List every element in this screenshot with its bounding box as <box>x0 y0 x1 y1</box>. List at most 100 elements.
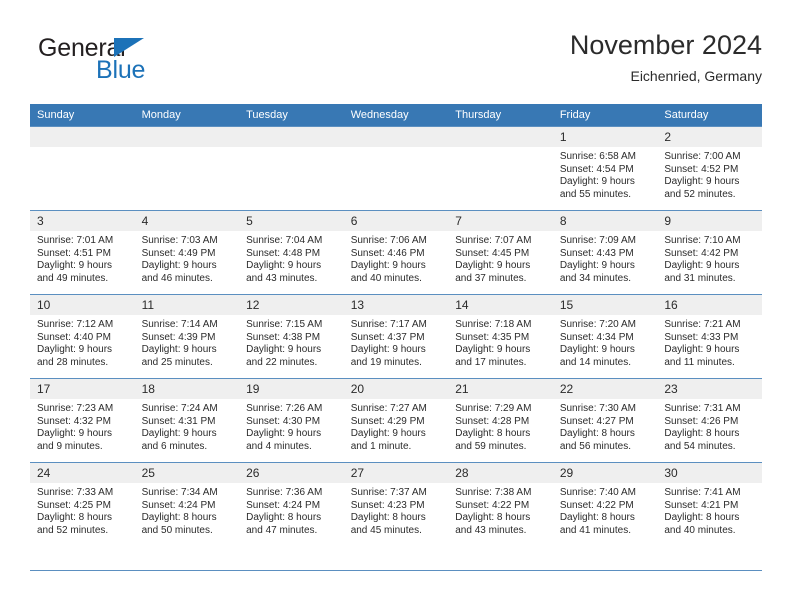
day-cell[interactable]: 4 Sunrise: 7:03 AM Sunset: 4:49 PM Dayli… <box>134 210 240 295</box>
sunset-text: Sunset: 4:32 PM <box>37 415 111 427</box>
day-cell[interactable]: 27 Sunrise: 7:37 AM Sunset: 4:23 PM Dayl… <box>343 462 449 546</box>
day-cell[interactable]: 12 Sunrise: 7:15 AM Sunset: 4:38 PM Dayl… <box>239 294 344 379</box>
day-details: Sunrise: 7:26 AM Sunset: 4:30 PM Dayligh… <box>239 399 344 453</box>
day-details: Sunrise: 7:10 AM Sunset: 4:42 PM Dayligh… <box>657 231 762 285</box>
daylight-text-line2: and 49 minutes. <box>37 272 109 284</box>
day-cell[interactable]: 30 Sunrise: 7:41 AM Sunset: 4:21 PM Dayl… <box>657 462 762 546</box>
day-cell[interactable]: 25 Sunrise: 7:34 AM Sunset: 4:24 PM Dayl… <box>134 462 240 546</box>
day-cell[interactable]: 22 Sunrise: 7:30 AM Sunset: 4:27 PM Dayl… <box>552 378 658 463</box>
day-cell[interactable]: 23 Sunrise: 7:31 AM Sunset: 4:26 PM Dayl… <box>657 378 762 463</box>
day-cell[interactable]: 28 Sunrise: 7:38 AM Sunset: 4:22 PM Dayl… <box>448 462 553 546</box>
day-number <box>343 127 449 147</box>
day-cell[interactable]: 20 Sunrise: 7:27 AM Sunset: 4:29 PM Dayl… <box>343 378 449 463</box>
day-details: Sunrise: 7:36 AM Sunset: 4:24 PM Dayligh… <box>239 483 344 537</box>
sunrise-text: Sunrise: 7:01 AM <box>37 235 114 246</box>
day-cell[interactable]: 3 Sunrise: 7:01 AM Sunset: 4:51 PM Dayli… <box>30 210 135 295</box>
sunrise-text: Sunrise: 7:33 AM <box>37 487 114 498</box>
day-cell[interactable]: 14 Sunrise: 7:18 AM Sunset: 4:35 PM Dayl… <box>448 294 553 379</box>
daylight-text-line2: and 47 minutes. <box>246 524 318 536</box>
day-cell[interactable]: 8 Sunrise: 7:09 AM Sunset: 4:43 PM Dayli… <box>552 210 658 295</box>
sunrise-text: Sunrise: 7:31 AM <box>664 403 741 414</box>
daylight-text-line2: and 50 minutes. <box>141 524 213 536</box>
sunrise-text: Sunrise: 7:10 AM <box>664 235 741 246</box>
day-cell[interactable]: 5 Sunrise: 7:04 AM Sunset: 4:48 PM Dayli… <box>239 210 344 295</box>
day-cell[interactable]: 1 Sunrise: 6:58 AM Sunset: 4:54 PM Dayli… <box>552 126 658 211</box>
weekday-header-monday: Monday <box>134 104 240 127</box>
day-cell[interactable]: 9 Sunrise: 7:10 AM Sunset: 4:42 PM Dayli… <box>657 210 762 295</box>
day-cell[interactable] <box>239 126 344 211</box>
sunrise-text: Sunrise: 7:06 AM <box>350 235 427 246</box>
daylight-text-line1: Daylight: 9 hours <box>559 176 635 188</box>
daylight-text-line1: Daylight: 8 hours <box>37 512 113 524</box>
sunset-text: Sunset: 4:29 PM <box>350 415 425 427</box>
sunrise-text: Sunrise: 6:58 AM <box>559 151 636 162</box>
sunset-text: Sunset: 4:24 PM <box>246 499 321 511</box>
sunrise-text: Sunrise: 7:41 AM <box>664 487 741 498</box>
day-cell[interactable]: 2 Sunrise: 7:00 AM Sunset: 4:52 PM Dayli… <box>657 126 762 211</box>
day-details: Sunrise: 7:24 AM Sunset: 4:31 PM Dayligh… <box>135 399 240 453</box>
day-details: Sunrise: 6:58 AM Sunset: 4:54 PM Dayligh… <box>553 147 658 201</box>
sunrise-text: Sunrise: 7:09 AM <box>559 235 636 246</box>
day-cell[interactable]: 6 Sunrise: 7:06 AM Sunset: 4:46 PM Dayli… <box>343 210 449 295</box>
sunset-text: Sunset: 4:40 PM <box>37 331 111 343</box>
sunset-text: Sunset: 4:23 PM <box>350 499 425 511</box>
day-details: Sunrise: 7:34 AM Sunset: 4:24 PM Dayligh… <box>135 483 240 537</box>
day-details: Sunrise: 7:00 AM Sunset: 4:52 PM Dayligh… <box>657 147 762 201</box>
day-cell[interactable]: 26 Sunrise: 7:36 AM Sunset: 4:24 PM Dayl… <box>239 462 344 546</box>
day-cell[interactable]: 11 Sunrise: 7:14 AM Sunset: 4:39 PM Dayl… <box>134 294 240 379</box>
masthead: General Blue November 2024 Eichenried, G… <box>30 28 762 96</box>
daylight-text-line2: and 52 minutes. <box>664 188 736 200</box>
day-number: 30 <box>657 463 762 483</box>
sunrise-text: Sunrise: 7:18 AM <box>455 319 532 330</box>
day-number: 18 <box>134 379 240 399</box>
calendar-header: Sunday Monday Tuesday Wednesday Thursday… <box>30 104 762 127</box>
sunrise-text: Sunrise: 7:36 AM <box>246 487 323 498</box>
calendar-page: General Blue November 2024 Eichenried, G… <box>0 0 792 612</box>
sunset-text: Sunset: 4:28 PM <box>455 415 530 427</box>
day-cell[interactable]: 21 Sunrise: 7:29 AM Sunset: 4:28 PM Dayl… <box>448 378 553 463</box>
day-cell[interactable] <box>30 126 135 211</box>
day-details: Sunrise: 7:41 AM Sunset: 4:21 PM Dayligh… <box>657 483 762 537</box>
sunrise-text: Sunrise: 7:40 AM <box>559 487 636 498</box>
day-cell[interactable]: 24 Sunrise: 7:33 AM Sunset: 4:25 PM Dayl… <box>30 462 135 546</box>
daylight-text-line1: Daylight: 9 hours <box>141 260 217 272</box>
page-subtitle: Eichenried, Germany <box>630 68 762 84</box>
calendar-bottom-rule <box>30 570 762 571</box>
daylight-text-line2: and 1 minute. <box>350 440 412 452</box>
weekday-header-tuesday: Tuesday <box>239 104 344 127</box>
day-cell[interactable]: 19 Sunrise: 7:26 AM Sunset: 4:30 PM Dayl… <box>239 378 344 463</box>
day-cell[interactable]: 18 Sunrise: 7:24 AM Sunset: 4:31 PM Dayl… <box>134 378 240 463</box>
day-details: Sunrise: 7:01 AM Sunset: 4:51 PM Dayligh… <box>30 231 135 285</box>
day-cell[interactable]: 13 Sunrise: 7:17 AM Sunset: 4:37 PM Dayl… <box>343 294 449 379</box>
daylight-text-line1: Daylight: 9 hours <box>37 260 113 272</box>
daylight-text-line1: Daylight: 9 hours <box>37 344 113 356</box>
daylight-text-line2: and 52 minutes. <box>37 524 109 536</box>
daylight-text-line2: and 28 minutes. <box>37 356 109 368</box>
day-details: Sunrise: 7:37 AM Sunset: 4:23 PM Dayligh… <box>344 483 449 537</box>
sunrise-text: Sunrise: 7:04 AM <box>246 235 323 246</box>
daylight-text-line1: Daylight: 9 hours <box>559 260 635 272</box>
title-block: November 2024 Eichenried, Germany <box>570 28 762 86</box>
day-number: 1 <box>552 127 658 147</box>
day-cell[interactable]: 10 Sunrise: 7:12 AM Sunset: 4:40 PM Dayl… <box>30 294 135 379</box>
day-details: Sunrise: 7:07 AM Sunset: 4:45 PM Dayligh… <box>448 231 553 285</box>
day-cell[interactable]: 16 Sunrise: 7:21 AM Sunset: 4:33 PM Dayl… <box>657 294 762 379</box>
day-cell[interactable]: 7 Sunrise: 7:07 AM Sunset: 4:45 PM Dayli… <box>448 210 553 295</box>
day-cell[interactable] <box>343 126 449 211</box>
logo-text-blue: Blue <box>96 56 146 84</box>
day-cell[interactable] <box>134 126 240 211</box>
daylight-text-line1: Daylight: 9 hours <box>246 428 322 440</box>
page-title: November 2024 <box>569 30 762 60</box>
general-blue-logo[interactable]: General Blue <box>38 34 228 92</box>
day-cell[interactable]: 17 Sunrise: 7:23 AM Sunset: 4:32 PM Dayl… <box>30 378 135 463</box>
sunset-text: Sunset: 4:33 PM <box>664 331 739 343</box>
daylight-text-line2: and 4 minutes. <box>246 440 312 452</box>
daylight-text-line1: Daylight: 8 hours <box>664 512 740 524</box>
day-cell[interactable]: 15 Sunrise: 7:20 AM Sunset: 4:34 PM Dayl… <box>552 294 658 379</box>
daylight-text-line2: and 6 minutes. <box>141 440 208 452</box>
day-cell[interactable]: 29 Sunrise: 7:40 AM Sunset: 4:22 PM Dayl… <box>552 462 658 546</box>
sunrise-text: Sunrise: 7:14 AM <box>141 319 218 330</box>
daylight-text-line1: Daylight: 9 hours <box>246 344 322 356</box>
sunrise-text: Sunrise: 7:37 AM <box>350 487 427 498</box>
day-cell[interactable] <box>448 126 553 211</box>
